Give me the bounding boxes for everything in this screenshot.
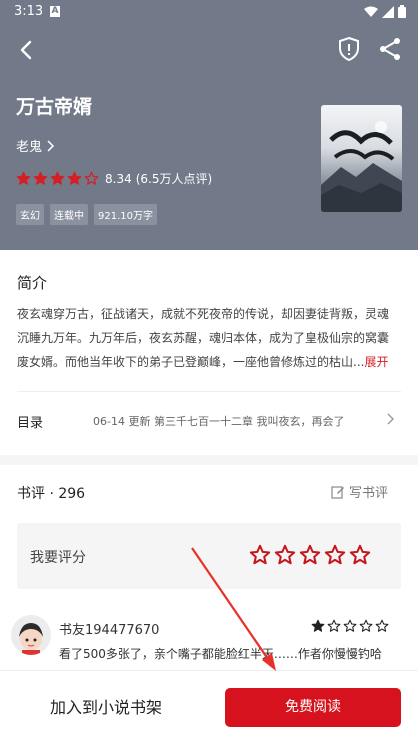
battery-icon bbox=[398, 5, 406, 18]
share-icon[interactable] bbox=[378, 36, 402, 62]
reviewer-name[interactable]: 书友194477670 bbox=[59, 619, 159, 638]
author-link[interactable]: 老鬼 bbox=[16, 136, 55, 155]
intro-label: 简介 bbox=[17, 274, 48, 292]
chevron-right-icon bbox=[387, 413, 394, 425]
status-time: 3:13 bbox=[14, 4, 44, 19]
edit-icon bbox=[331, 485, 344, 499]
star-filled-icon bbox=[311, 619, 325, 632]
write-review-button[interactable]: 写书评 bbox=[331, 482, 388, 501]
tag-status: 连载中 bbox=[50, 204, 88, 225]
bottom-bar: 加入到小说书架 免费阅读 bbox=[0, 670, 418, 743]
star-filled-icon bbox=[16, 171, 31, 185]
tag-genre: 玄幻 bbox=[16, 204, 44, 225]
star-empty-icon bbox=[343, 619, 357, 632]
report-shield-icon[interactable] bbox=[337, 36, 361, 62]
catalog-label: 目录 bbox=[17, 416, 44, 431]
star-empty-icon bbox=[349, 544, 371, 565]
rate-prompt: 我要评分 bbox=[30, 550, 86, 566]
star-empty-icon bbox=[359, 619, 373, 632]
intro-section: 简介 夜玄魂穿万古，征战诸天，成就不死夜帝的传说，却因妻徒背叛，灵魂沉睡九万年。… bbox=[0, 250, 418, 455]
star-filled-icon bbox=[33, 171, 48, 185]
rating-stars bbox=[16, 171, 99, 186]
rating-score: 8.34 bbox=[105, 171, 132, 186]
book-tags: 玄幻 连载中 921.10万字 bbox=[16, 204, 157, 225]
tag-word-count: 921.10万字 bbox=[94, 204, 157, 225]
notification-icon: A bbox=[50, 6, 60, 17]
reviews-section: 书评 · 296 写书评 我要评分 书友194477670 看了500多张了，亲… bbox=[0, 465, 418, 675]
star-empty-icon bbox=[375, 619, 389, 632]
system-icons bbox=[364, 5, 406, 18]
book-title: 万古帝婿 bbox=[16, 96, 93, 118]
section-gap bbox=[0, 455, 418, 465]
latest-chapter: 06-14 更新 第三千七百一十二章 我叫夜玄，再会了 bbox=[93, 415, 345, 428]
book-rating: 8.34 (6.5万人点评) bbox=[16, 170, 212, 187]
star-empty-icon bbox=[324, 544, 346, 565]
star-empty-icon bbox=[274, 544, 296, 565]
reviews-label: 书评 · 296 bbox=[17, 486, 86, 502]
user-avatar-art bbox=[19, 623, 43, 655]
intro-text: 夜玄魂穿万古，征战诸天，成就不死夜帝的传说，却因妻徒背叛，灵魂沉睡九万年。九万年… bbox=[17, 302, 397, 374]
catalog-row[interactable]: 目录 06-14 更新 第三千七百一十二章 我叫夜玄，再会了 bbox=[0, 392, 418, 447]
add-to-shelf-button[interactable]: 加入到小说书架 bbox=[36, 693, 176, 723]
book-cover-art bbox=[321, 121, 402, 212]
star-empty-icon bbox=[249, 544, 271, 565]
intro-body: 夜玄魂穿万古，征战诸天，成就不死夜帝的传说，却因妻徒背叛，灵魂沉睡九万年。九万年… bbox=[17, 307, 390, 369]
read-free-button[interactable]: 免费阅读 bbox=[225, 688, 401, 727]
write-review-label: 写书评 bbox=[349, 486, 389, 501]
star-empty-icon bbox=[327, 619, 341, 632]
star-filled-icon bbox=[67, 171, 82, 185]
chevron-right-icon bbox=[47, 139, 55, 152]
rating-count: (6.5万人点评) bbox=[135, 172, 213, 186]
book-cover-image[interactable] bbox=[321, 105, 402, 212]
status-bar: 3:13 A bbox=[0, 0, 418, 24]
star-empty-icon bbox=[84, 171, 99, 185]
rate-stars[interactable] bbox=[249, 544, 371, 566]
signal-icon bbox=[382, 5, 394, 18]
star-filled-icon bbox=[50, 171, 65, 185]
review-item[interactable]: 书友194477670 看了500多张了，亲个嘴子都能脸红半天……作者你慢慢钓哈 bbox=[0, 611, 418, 671]
back-arrow-icon[interactable] bbox=[14, 38, 38, 62]
rate-box: 我要评分 bbox=[17, 523, 401, 589]
expand-link[interactable]: 展开 bbox=[364, 355, 388, 369]
review-rating-stars bbox=[311, 619, 389, 633]
review-text: 看了500多张了，亲个嘴子都能脸红半天……作者你慢慢钓哈 bbox=[59, 647, 382, 661]
author-name: 老鬼 bbox=[16, 140, 43, 155]
wifi-icon bbox=[364, 6, 378, 17]
avatar[interactable] bbox=[11, 615, 51, 655]
star-empty-icon bbox=[299, 544, 321, 565]
top-bar bbox=[0, 30, 418, 70]
book-header: 3:13 A 万古帝婿 老鬼 8.34 (6.5万人点评) 玄幻 连载中 921… bbox=[0, 0, 418, 250]
